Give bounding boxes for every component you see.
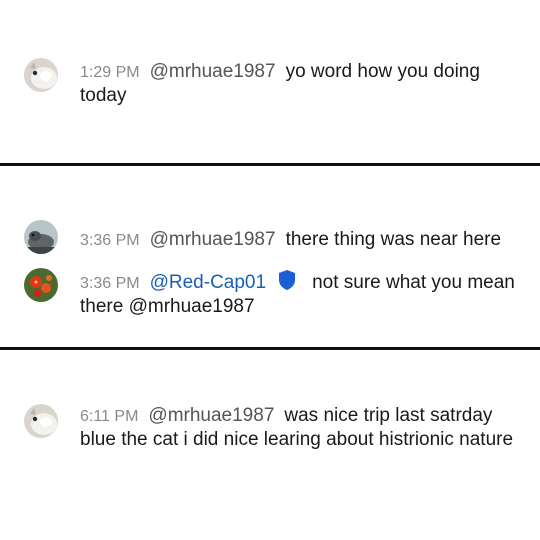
message-timestamp: 3:36 PM [80,232,140,249]
avatar-red-flowers[interactable] [24,268,58,302]
avatar-gray-bird[interactable] [24,220,58,254]
message-username[interactable]: @mrhuae1987 [150,229,276,250]
message-username[interactable]: @mrhuae1987 [148,405,274,426]
message-timestamp: 6:11 PM [80,408,139,425]
message-username-moderator[interactable]: @Red-Cap01 [150,272,266,293]
message-body: 6:11 PM @mrhuae1987 was nice trip last sat… [80,404,520,451]
message-body: 3:36 PM @mrhuae1987 there thing was near h… [80,228,520,252]
section-divider [0,163,540,166]
message-text: was nice trip last satrday blue the cat … [80,405,514,450]
white-cat-avatar-icon [24,404,58,438]
white-cat-avatar-icon [24,58,58,92]
message-text: there thing was near here [285,229,502,250]
message-body: 1:29 PM @mrhuae1987 yo word how you doing … [80,60,520,107]
avatar-white-cat[interactable] [24,58,58,92]
message-timestamp: 1:29 PM [80,64,140,81]
shield-icon [278,270,296,290]
message-text: not sure what you mean there @mrhuae1987 [80,272,515,317]
red-flowers-avatar-icon [24,268,58,302]
section-divider [0,347,540,350]
gray-bird-avatar-icon [24,220,58,254]
message-username[interactable]: @mrhuae1987 [150,61,276,82]
message-timestamp: 3:36 PM [80,275,140,292]
avatar-white-cat[interactable] [24,404,58,438]
message-body: 3:36 PM @Red-Cap01 not sure what you mean … [80,270,520,318]
